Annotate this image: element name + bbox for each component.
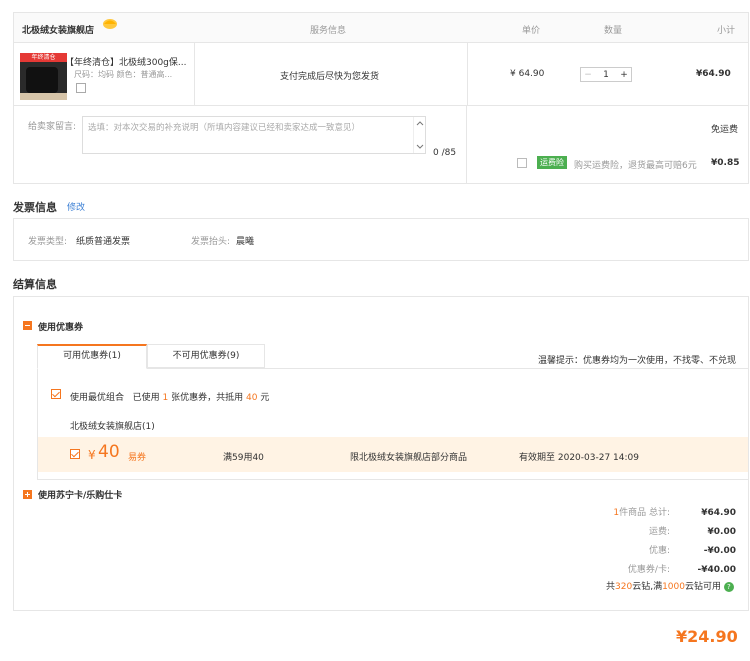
product-thumbnail[interactable]: 年终清仓	[20, 53, 67, 100]
col-subtotal: 小计	[717, 26, 736, 36]
settlement-title: 结算信息	[13, 278, 57, 291]
settlement-box: 使用优惠券 温馨提示：优惠券均为一次使用，不找零、不兑现 可用优惠券(1) 不可…	[13, 296, 749, 611]
insurance-checkbox[interactable]	[517, 158, 527, 168]
best-combo-summary: 使用最优组合 已使用 1 张优惠券，共抵用 40 元	[70, 393, 270, 403]
best-combo-checkbox[interactable]	[51, 389, 61, 399]
points-count: 320	[615, 582, 633, 592]
line-subtotal: ¥64.90	[696, 69, 731, 79]
coupon-store-group: 北极绒女装旗舰店(1)	[70, 422, 155, 432]
col-price: 单价	[522, 26, 541, 36]
invoice-box: 发票类型: 纸质普通发票 发票抬头: 晨曦	[13, 218, 749, 261]
coupon-checkbox[interactable]	[70, 449, 80, 459]
message-label: 给卖家留言:	[28, 122, 77, 132]
best-combo-amount: 40	[246, 393, 258, 403]
message-row: 给卖家留言: 选填：对本次交易的补充说明（所填内容建议已经和卖家达成一致意见） …	[13, 105, 749, 184]
card-section-toggle[interactable]: 使用苏宁卡/乐购仕卡	[38, 488, 122, 501]
textarea-scrollbar[interactable]	[413, 117, 425, 153]
coupon-condition: 满59用40	[223, 453, 264, 463]
invoice-type-value: 纸质普通发票	[76, 237, 131, 247]
tab-available-label: 可用优惠券(1)	[63, 351, 121, 361]
shipping-label: 运费:	[648, 527, 670, 537]
tab-unavailable-coupons[interactable]: 不可用优惠券(9)	[147, 344, 265, 368]
invoice-title: 发票信息	[13, 201, 57, 214]
qty-minus-button[interactable]: −	[581, 70, 595, 80]
product-title[interactable]: 【年终清仓】北极绒300g保...	[65, 55, 193, 68]
grand-total: ¥24.90	[676, 627, 738, 646]
qty-input[interactable]: 1	[595, 70, 617, 80]
tab-available-coupons[interactable]: 可用优惠券(1)	[37, 344, 147, 369]
expand-icon[interactable]	[23, 490, 32, 499]
coupon-item[interactable]: ¥ 40 易券 满59用40 限北极绒女装旗舰店部分商品 有效期至 2020-0…	[38, 437, 748, 472]
coupon-currency: ¥	[88, 448, 96, 462]
tab-unavailable-label: 不可用优惠券(9)	[172, 351, 240, 361]
coupon-section-toggle[interactable]: 使用优惠券	[38, 320, 83, 333]
discount-value: -¥0.00	[703, 546, 736, 556]
invoice-header-value: 晨曦	[236, 237, 255, 247]
snapshot-icon[interactable]	[76, 83, 86, 93]
discount-label: 优惠:	[648, 546, 670, 556]
collapse-icon[interactable]	[23, 321, 32, 330]
shipping-value: ¥0.00	[707, 527, 736, 537]
cloud-points-info: 共320云钻,满1000云钻可用 ?	[606, 579, 734, 592]
help-icon[interactable]: ?	[723, 581, 734, 592]
items-total: ¥64.90	[701, 508, 736, 518]
col-qty: 数量	[604, 26, 623, 36]
coupon-deduct-label: 优惠券/卡:	[627, 565, 670, 575]
message-placeholder: 选填：对本次交易的补充说明（所填内容建议已经和卖家达成一致意见）	[88, 123, 361, 133]
product-row: 年终清仓 【年终清仓】北极绒300g保... 尺码：均码 颜色：普通高... 支…	[13, 42, 749, 106]
unit-price: ¥ 64.90	[510, 69, 545, 79]
store-name[interactable]: 北极绒女装旗舰店	[22, 23, 94, 36]
best-combo-count: 1	[162, 393, 169, 403]
coupon-type: 易券	[128, 453, 147, 463]
qty-plus-button[interactable]: +	[617, 70, 631, 80]
thumb-label: 年终清仓	[20, 53, 67, 62]
col-service: 服务信息	[310, 26, 347, 36]
coupon-scope: 限北极绒女装旗舰店部分商品	[350, 453, 468, 463]
product-specs: 尺码：均码 颜色：普通高...	[74, 70, 173, 79]
service-info: 支付完成后尽快为您发货	[280, 72, 380, 82]
order-table-header: 北极绒女装旗舰店 服务信息 单价 数量 小计	[13, 12, 749, 43]
insurance-price: ¥0.85	[711, 158, 740, 168]
insurance-text: 购买运费险，退货最高可赔6元	[574, 161, 697, 171]
message-textarea[interactable]: 选填：对本次交易的补充说明（所填内容建议已经和卖家达成一致意见）	[82, 116, 426, 154]
message-counter: 0 /85	[433, 148, 457, 158]
insurance-badge: 运费险	[537, 156, 567, 169]
coupon-amount: 40	[98, 442, 120, 462]
best-combo-label: 使用最优组合	[70, 393, 125, 403]
points-threshold: 1000	[662, 582, 685, 592]
invoice-type-label: 发票类型:	[28, 237, 68, 247]
price-summary: 1件商品 总计: ¥64.90 运费: ¥0.00 优惠: -¥0.00 优惠券/卡:…	[534, 504, 736, 580]
coupon-deduct-value: -¥40.00	[697, 565, 736, 575]
store-badge-icon	[102, 16, 118, 30]
coupon-tip: 温馨提示：优惠券均为一次使用，不找零、不兑现	[538, 356, 737, 366]
coupon-expiry: 有效期至 2020-03-27 14:09	[519, 453, 639, 463]
invoice-header-label: 发票抬头:	[191, 237, 231, 247]
quantity-stepper[interactable]: − 1 +	[580, 67, 632, 82]
shipping-fee-label: 免运费	[711, 125, 739, 135]
invoice-edit-link[interactable]: 修改	[67, 200, 85, 213]
